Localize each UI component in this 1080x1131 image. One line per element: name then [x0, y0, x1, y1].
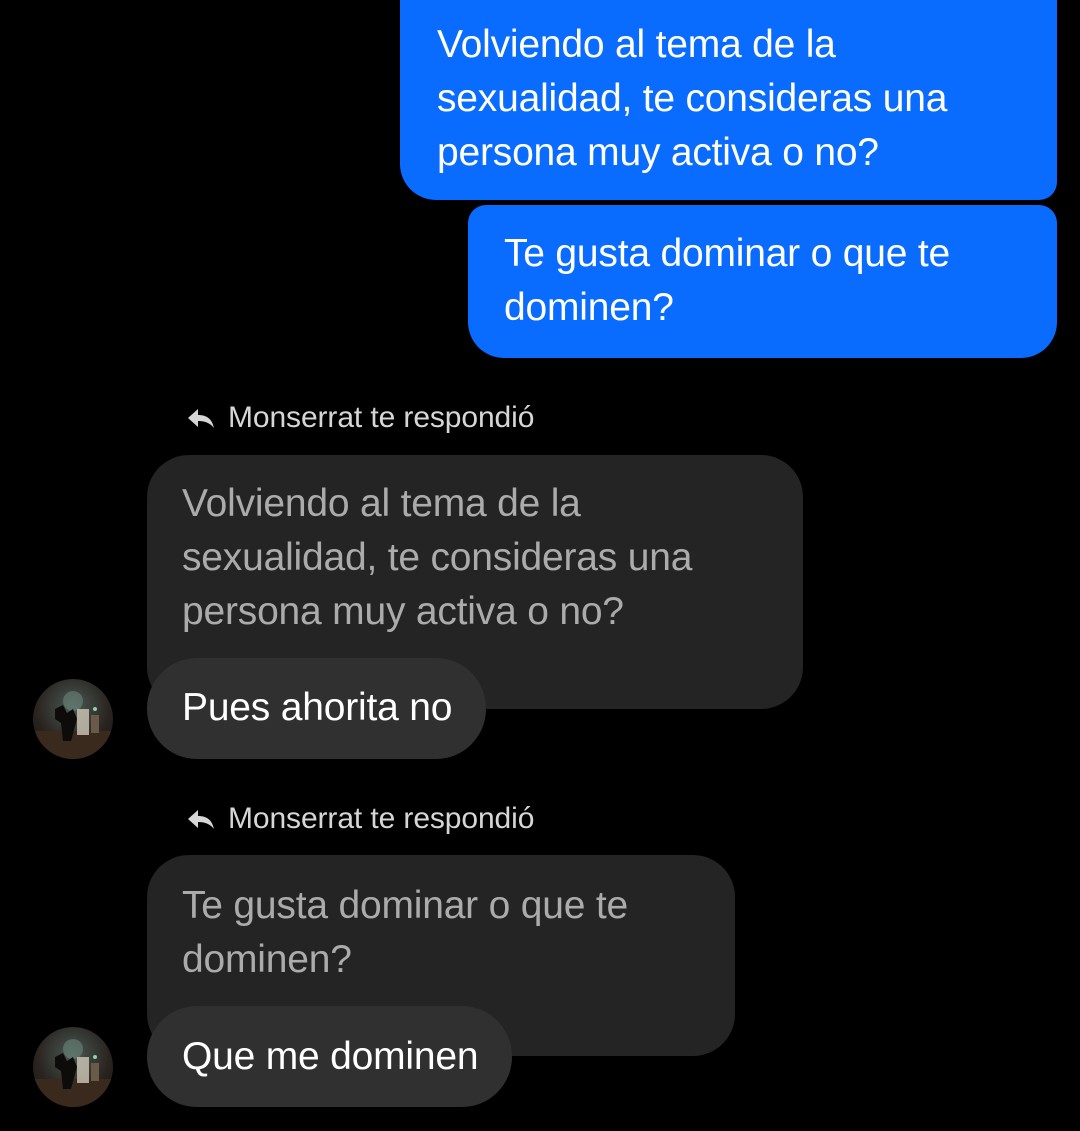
reply-header: Monserrat te respondió [186, 398, 534, 438]
message-text-line: Te gusta dominar o que te [504, 232, 950, 275]
message-text-line: persona muy activa o no? [437, 131, 879, 174]
sent-message-bubble[interactable]: Volviendo al tema de la sexualidad, te c… [400, 0, 1057, 200]
quoted-text-line: sexualidad, te consideras una [182, 536, 693, 579]
quoted-text-line: Te gusta dominar o que te [182, 884, 628, 927]
message-text: Que me dominen [182, 1035, 479, 1078]
reply-arrow-icon [186, 807, 216, 831]
reply-arrow-icon [186, 406, 216, 430]
reply-header-text: Monserrat te respondió [228, 401, 535, 434]
quoted-text-line: Volviendo al tema de la [182, 482, 581, 525]
quoted-text-line: persona muy activa o no? [182, 590, 624, 633]
message-text: Pues ahorita no [182, 686, 453, 729]
received-message-bubble[interactable]: Que me dominen [147, 1006, 513, 1107]
reply-header-text: Monserrat te respondió [228, 802, 535, 835]
reply-header: Monserrat te respondió [186, 799, 534, 839]
message-text-line: Volviendo al tema de la [437, 23, 836, 66]
sent-message-bubble[interactable]: Te gusta dominar o que te dominen? [468, 205, 1057, 358]
contact-avatar[interactable] [33, 679, 113, 759]
received-message-bubble[interactable]: Pues ahorita no [147, 658, 487, 759]
message-text-line: sexualidad, te consideras una [437, 77, 948, 120]
message-text-line: dominen? [504, 286, 674, 329]
contact-avatar[interactable] [33, 1027, 113, 1107]
quoted-text-line: dominen? [182, 938, 352, 981]
